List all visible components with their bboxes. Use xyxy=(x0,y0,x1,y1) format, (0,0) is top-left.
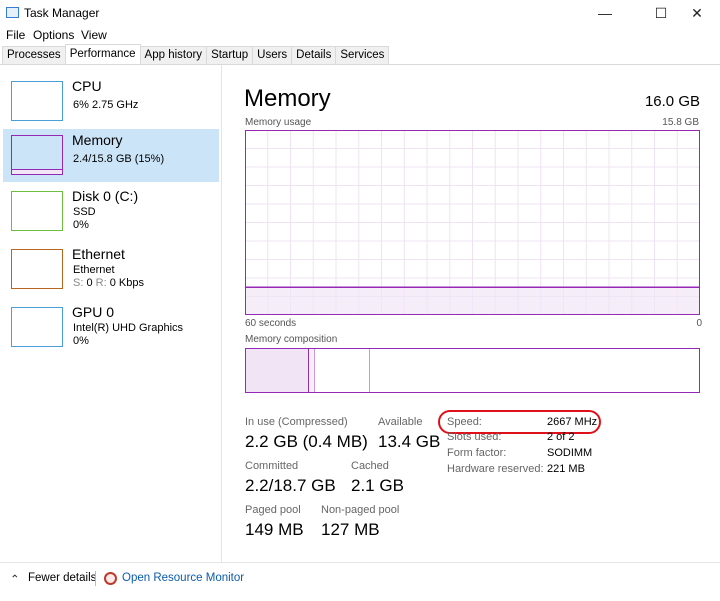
send-value: 0 xyxy=(86,277,93,289)
resource-sidebar: CPU 6% 2.75 GHz Memory 2.4/15.8 GB (15%)… xyxy=(0,65,222,563)
sidebar-item-detail: 2.4/15.8 GB (15%) xyxy=(73,153,165,165)
tab-details[interactable]: Details xyxy=(291,46,337,65)
free-segment[interactable] xyxy=(371,349,699,392)
disk-thumbnail-graph xyxy=(11,191,63,231)
slots-used-value: 2 of 2 xyxy=(547,431,575,443)
open-resource-monitor-link[interactable]: Open Resource Monitor xyxy=(122,572,244,584)
menu-view[interactable]: View xyxy=(81,28,107,42)
cpu-thumbnail-graph xyxy=(11,81,63,121)
sidebar-item-label: Memory xyxy=(72,132,123,148)
sidebar-item-detail: Intel(R) UHD Graphics xyxy=(73,322,184,334)
x-axis-left-label: 60 seconds xyxy=(245,318,297,329)
hardware-reserved-label: Hardware reserved: xyxy=(447,463,544,475)
x-axis-right-label: 0 xyxy=(696,318,702,329)
fewer-details-button[interactable]: Fewer details xyxy=(28,572,96,584)
paged-pool-value: 149 MB xyxy=(245,520,304,539)
cached-label: Cached xyxy=(351,460,389,472)
committed-value: 2.2/18.7 GB xyxy=(245,476,336,495)
speed-value: 2667 MHz xyxy=(547,416,598,428)
sidebar-item-detail: 0% xyxy=(73,219,89,231)
ethernet-thumbnail-graph xyxy=(11,249,63,289)
window-title: Task Manager xyxy=(24,6,100,20)
speed-label: Speed: xyxy=(447,416,482,428)
committed-label: Committed xyxy=(245,460,299,472)
chevron-up-icon[interactable]: ⌃ xyxy=(10,572,20,586)
non-paged-pool-value: 127 MB xyxy=(321,520,380,539)
sidebar-item-detail: 0% xyxy=(73,335,89,347)
memory-usage-graph xyxy=(245,130,700,315)
sidebar-item-memory[interactable]: Memory 2.4/15.8 GB (15%) xyxy=(3,129,219,182)
usage-fill xyxy=(245,287,700,315)
sidebar-item-detail: 6% 2.75 GHz xyxy=(73,99,139,111)
hardware-reserved-value: 221 MB xyxy=(547,463,585,475)
sidebar-item-label: GPU 0 xyxy=(72,304,115,320)
composition-label: Memory composition xyxy=(245,334,338,345)
sidebar-item-label: CPU xyxy=(72,78,102,94)
sidebar-item-cpu[interactable]: CPU 6% 2.75 GHz xyxy=(3,75,219,128)
sidebar-item-disk[interactable]: Disk 0 (C:) SSD 0% xyxy=(3,185,219,238)
gpu-thumbnail-graph xyxy=(11,307,63,347)
usage-graph-max: 15.8 GB xyxy=(662,117,699,128)
standby-segment[interactable] xyxy=(316,349,370,392)
form-factor-value: SODIMM xyxy=(547,447,593,459)
non-paged-pool-label: Non-paged pool xyxy=(321,504,400,516)
paged-pool-label: Paged pool xyxy=(245,504,301,516)
sidebar-item-ethernet[interactable]: Ethernet Ethernet S: 0 R: 0 Kbps xyxy=(3,243,219,296)
tab-bar: Processes Performance App history Startu… xyxy=(2,44,390,65)
sidebar-item-detail: SSD xyxy=(73,206,96,218)
memory-composition-bar xyxy=(245,348,700,393)
modified-segment[interactable] xyxy=(310,349,315,392)
in-use-segment[interactable] xyxy=(246,349,309,392)
task-manager-app-icon xyxy=(6,7,19,18)
available-value: 13.4 GB xyxy=(378,432,441,451)
sidebar-item-detail: Ethernet xyxy=(73,264,115,276)
receive-label: R: xyxy=(95,277,107,289)
total-memory: 16.0 GB xyxy=(644,93,700,110)
in-use-value: 2.2 GB (0.4 MB) xyxy=(245,432,368,451)
ethernet-throughput: S: 0 R: 0 Kbps xyxy=(73,277,144,289)
tab-services[interactable]: Services xyxy=(335,46,390,65)
performance-panel: CPU 6% 2.75 GHz Memory 2.4/15.8 GB (15%)… xyxy=(0,64,720,563)
receive-value: 0 Kbps xyxy=(109,277,144,289)
footer-separator xyxy=(95,571,96,586)
sidebar-item-gpu[interactable]: GPU 0 Intel(R) UHD Graphics 0% xyxy=(3,301,219,354)
menu-file[interactable]: File xyxy=(6,28,25,42)
form-factor-label: Form factor: xyxy=(447,447,507,459)
send-label: S: xyxy=(73,277,84,289)
tab-processes[interactable]: Processes xyxy=(2,46,66,65)
resource-monitor-icon xyxy=(104,572,117,585)
memory-thumbnail-graph xyxy=(11,135,63,175)
sidebar-item-label: Disk 0 (C:) xyxy=(72,188,139,204)
close-icon[interactable]: ✕ xyxy=(674,0,720,26)
in-use-label: In use (Compressed) xyxy=(245,416,348,428)
minimize-icon[interactable]: — xyxy=(582,0,628,26)
tab-performance[interactable]: Performance xyxy=(64,44,141,65)
available-label: Available xyxy=(378,416,423,428)
tab-users[interactable]: Users xyxy=(252,46,293,65)
usage-graph-label: Memory usage xyxy=(245,117,312,128)
tab-startup[interactable]: Startup xyxy=(206,46,254,65)
cached-value: 2.1 GB xyxy=(351,476,404,495)
menu-options[interactable]: Options xyxy=(33,28,74,42)
sidebar-item-label: Ethernet xyxy=(72,246,125,262)
page-title: Memory xyxy=(244,85,331,112)
slots-used-label: Slots used: xyxy=(447,431,502,443)
footer-divider xyxy=(0,562,720,563)
tab-app-history[interactable]: App history xyxy=(139,46,208,65)
